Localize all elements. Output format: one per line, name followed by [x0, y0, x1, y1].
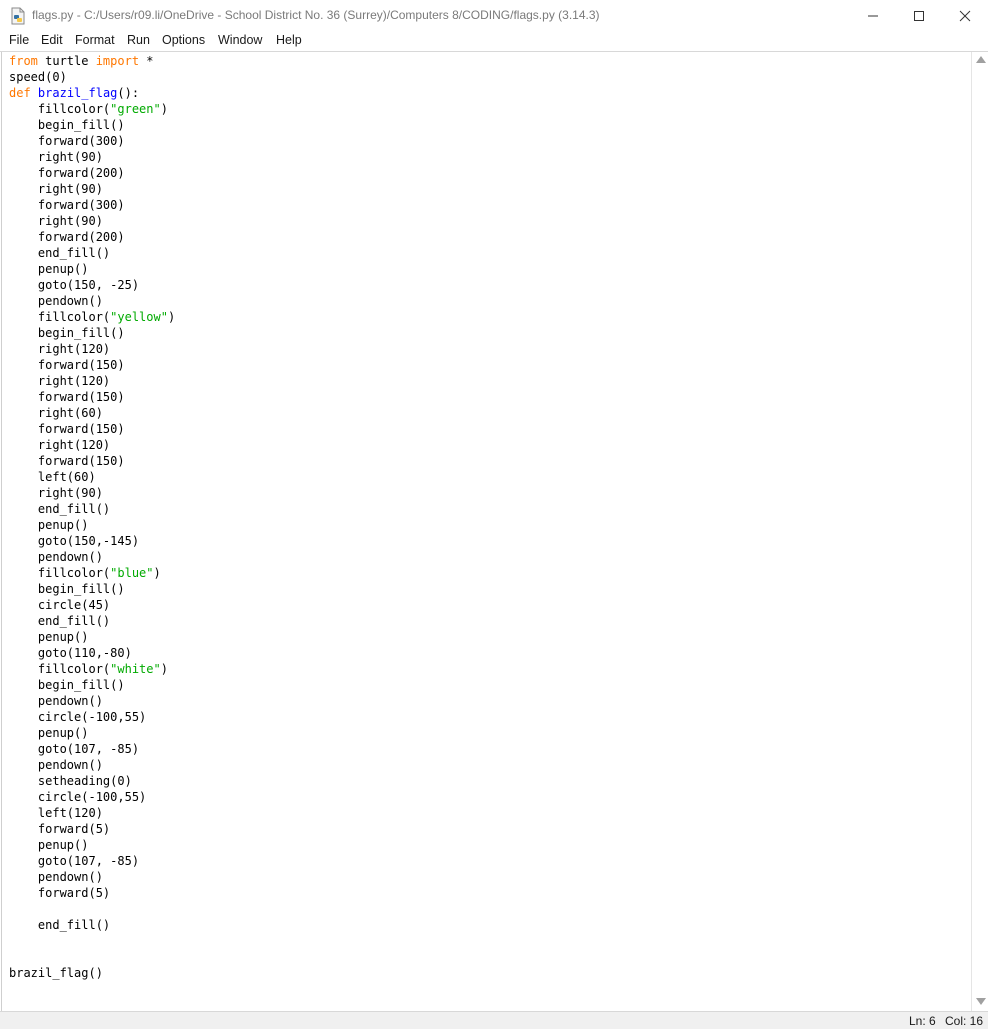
code-line[interactable]: end_fill() — [9, 245, 175, 261]
maximize-button[interactable] — [896, 0, 942, 32]
code-line[interactable]: fillcolor("white") — [9, 661, 175, 677]
code-line[interactable]: circle(45) — [9, 597, 175, 613]
code-line[interactable]: penup() — [9, 837, 175, 853]
code-line[interactable]: forward(150) — [9, 421, 175, 437]
status-bar: Ln: 6 Col: 16 — [0, 1011, 988, 1029]
code-line[interactable]: circle(-100,55) — [9, 789, 175, 805]
code-line[interactable]: left(60) — [9, 469, 175, 485]
code-line[interactable]: pendown() — [9, 693, 175, 709]
code-line[interactable]: begin_fill() — [9, 677, 175, 693]
window-title: flags.py - C:/Users/r09.li/OneDrive - Sc… — [32, 8, 600, 22]
close-icon — [959, 10, 971, 22]
menu-options[interactable]: Options — [160, 33, 207, 47]
code-editor[interactable]: from turtle import * speed(0) def brazil_f… — [1, 52, 972, 1012]
code-line[interactable]: right(90) — [9, 181, 175, 197]
code-line[interactable]: right(120) — [9, 373, 175, 389]
code-line[interactable]: forward(300) — [9, 197, 175, 213]
title-bar[interactable]: flags.py - C:/Users/r09.li/OneDrive - Sc… — [0, 0, 988, 32]
status-column: Col: 16 — [945, 1014, 984, 1028]
code-line[interactable]: def brazil_flag(): — [9, 85, 175, 101]
code-line[interactable]: begin_fill() — [9, 581, 175, 597]
code-line[interactable]: penup() — [9, 725, 175, 741]
code-line[interactable]: end_fill() — [9, 501, 175, 517]
code-line[interactable]: pendown() — [9, 869, 175, 885]
code-line[interactable]: forward(150) — [9, 357, 175, 373]
code-line[interactable]: pendown() — [9, 757, 175, 773]
menu-file[interactable]: File — [7, 33, 31, 47]
code-line[interactable]: goto(150, -25) — [9, 277, 175, 293]
code-line[interactable]: goto(150,-145) — [9, 533, 175, 549]
scroll-up-arrow-icon[interactable] — [976, 56, 986, 63]
code-line[interactable]: forward(5) — [9, 821, 175, 837]
code-line[interactable]: end_fill() — [9, 917, 175, 933]
vertical-scrollbar[interactable] — [971, 52, 988, 1011]
code-line[interactable]: brazil_flag() — [9, 965, 175, 981]
code-line[interactable]: penup() — [9, 629, 175, 645]
menu-help[interactable]: Help — [274, 33, 304, 47]
code-line[interactable]: end_fill() — [9, 613, 175, 629]
code-line[interactable]: setheading(0) — [9, 773, 175, 789]
code-line[interactable] — [9, 901, 175, 917]
code-line[interactable]: speed(0) — [9, 69, 175, 85]
code-line[interactable]: right(60) — [9, 405, 175, 421]
code-line[interactable] — [9, 949, 175, 965]
status-line: Ln: 6 — [909, 1014, 936, 1028]
code-line[interactable]: begin_fill() — [9, 117, 175, 133]
code-line[interactable]: begin_fill() — [9, 325, 175, 341]
code-line[interactable]: right(120) — [9, 437, 175, 453]
minimize-button[interactable] — [850, 0, 896, 32]
close-button[interactable] — [942, 0, 988, 32]
code-line[interactable]: goto(107, -85) — [9, 853, 175, 869]
code-line[interactable]: from turtle import * — [9, 53, 175, 69]
maximize-icon — [914, 11, 924, 21]
code-line[interactable]: penup() — [9, 517, 175, 533]
code-line[interactable]: forward(200) — [9, 165, 175, 181]
code-line[interactable]: right(90) — [9, 485, 175, 501]
code-line[interactable]: goto(110,-80) — [9, 645, 175, 661]
code-line[interactable]: pendown() — [9, 293, 175, 309]
menu-format[interactable]: Format — [73, 33, 117, 47]
code-line[interactable]: forward(150) — [9, 453, 175, 469]
code-line[interactable]: right(90) — [9, 149, 175, 165]
code-line[interactable]: left(120) — [9, 805, 175, 821]
code-line[interactable] — [9, 933, 175, 949]
code-line[interactable]: forward(300) — [9, 133, 175, 149]
code-line[interactable]: forward(150) — [9, 389, 175, 405]
code-line[interactable]: right(90) — [9, 213, 175, 229]
menu-run[interactable]: Run — [125, 33, 152, 47]
python-file-icon — [11, 7, 25, 25]
code-line[interactable]: circle(-100,55) — [9, 709, 175, 725]
code-line[interactable]: goto(107, -85) — [9, 741, 175, 757]
code-line[interactable]: fillcolor("blue") — [9, 565, 175, 581]
code-line[interactable]: fillcolor("yellow") — [9, 309, 175, 325]
code-line[interactable]: forward(5) — [9, 885, 175, 901]
code-text[interactable]: from turtle import * speed(0) def brazil_f… — [9, 53, 175, 981]
menu-edit[interactable]: Edit — [39, 33, 65, 47]
minimize-icon — [868, 15, 878, 17]
code-line[interactable]: forward(200) — [9, 229, 175, 245]
menu-bar: File Edit Format Run Options Window Help — [0, 32, 988, 52]
scroll-down-arrow-icon[interactable] — [976, 998, 986, 1005]
menu-window[interactable]: Window — [216, 33, 264, 47]
code-line[interactable]: penup() — [9, 261, 175, 277]
code-line[interactable]: pendown() — [9, 549, 175, 565]
code-line[interactable]: fillcolor("green") — [9, 101, 175, 117]
code-line[interactable]: right(120) — [9, 341, 175, 357]
